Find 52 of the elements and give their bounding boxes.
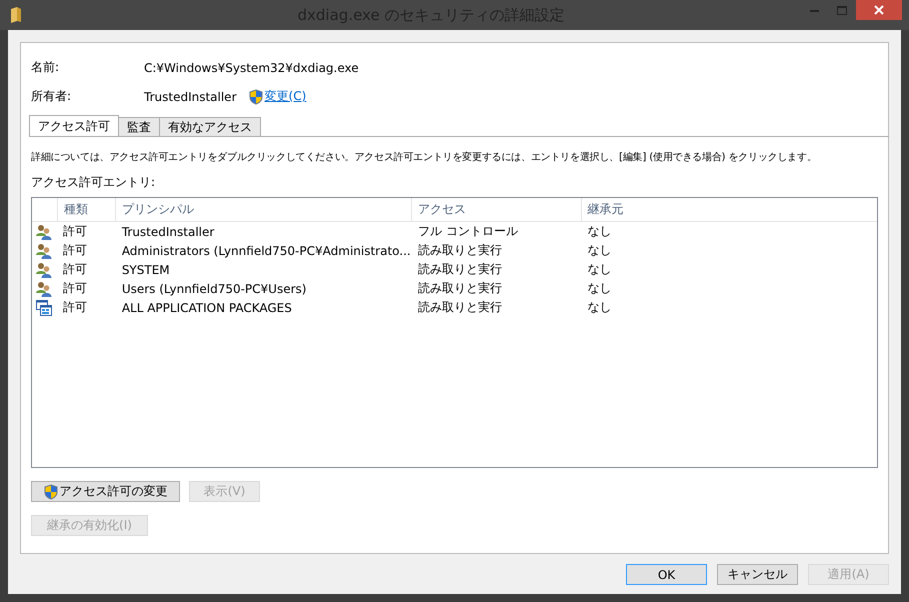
users-icon [36,262,52,278]
table-cell-text: 読み取りと実行 [417,242,504,259]
column-header[interactable]: プリンシパル [114,198,412,221]
instructions-text: 詳細については、アクセス許可エントリをダブルクリックしてください。アクセス許可エントリを変更するには、エントリを選択し、[編集] (使用できる場合) をクリックします。 [31,151,817,165]
users-icon [36,224,52,240]
table-cell-text: 許可 [62,299,88,316]
table-row[interactable]: 許可 Users (Lynnfield750-PC¥Users) 読み取りと実行 なし [32,279,877,298]
table-cell-text: なし [586,299,613,316]
field-label: 所有者: [31,88,72,105]
table-cell-text: 読み取りと実行 [417,299,504,316]
column-header[interactable]: 種類 [56,198,115,221]
maximize-icon [837,6,847,14]
close-button[interactable] [856,0,902,20]
entries-label: アクセス許可エントリ: [31,174,156,191]
column-header[interactable]: 継承元 [580,198,877,221]
tab[interactable]: アクセス許可 [29,115,119,136]
table-cell-text: TrustedInstaller [120,224,216,238]
shield-icon [248,88,263,104]
table-cell-text: 許可 [62,223,88,240]
table-cell-text: Users (Lynnfield750-PC¥Users) [120,282,308,296]
table-cell-text: Administrators (Lynnfield750-PC¥Administrato... [120,244,412,258]
table-cell-text: なし [586,261,613,278]
table-row[interactable]: 許可 TrustedInstaller フル コントロール なし [32,222,877,241]
users-icon [36,280,52,296]
table-cell-text: なし [586,223,613,240]
table-cell-text: ALL APPLICATION PACKAGES [120,300,293,314]
field-value: TrustedInstaller [144,90,237,104]
table-row[interactable]: 許可 Administrators (Lynnfield750-PC¥Administrato... 読み取りと実行 なし [32,241,877,260]
users-icon [36,242,52,258]
column-header[interactable]: アクセス [411,198,581,221]
table-row[interactable]: 許可 ALL APPLICATION PACKAGES 読み取りと実行 なし [32,298,877,317]
folder-icon [10,7,22,23]
field-label: 名前: [31,59,60,76]
ok-button[interactable]: OK [626,564,707,585]
table-cell-text: 許可 [62,261,88,278]
change-permissions-button[interactable]: アクセス許可の変更 [31,481,180,502]
minimize-icon [810,8,818,12]
tab[interactable]: 有効なアクセス [159,117,261,136]
field-value: C:¥Windows¥System32¥dxdiag.exe [144,60,359,74]
table-cell-text: SYSTEM [120,262,171,276]
table-cell-text: 読み取りと実行 [417,280,504,297]
table-cell-text: 許可 [62,280,88,297]
close-icon [874,5,884,15]
table-row[interactable]: 許可 SYSTEM 読み取りと実行 なし [32,260,877,279]
table-cell-text: フル コントロール [417,223,519,240]
table-cell-text: 読み取りと実行 [417,261,504,278]
tab[interactable]: 監査 [118,117,160,136]
table-cell-text: なし [586,280,613,297]
cancel-button[interactable]: キャンセル [717,564,798,585]
table-cell-text: 許可 [62,242,88,259]
table-cell-text: なし [586,242,613,259]
app-package-icon [36,300,52,316]
